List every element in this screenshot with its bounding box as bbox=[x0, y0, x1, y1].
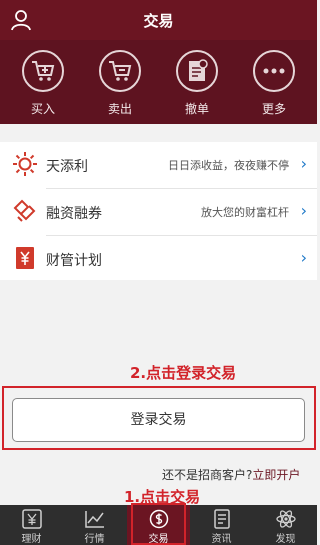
list-item-wealth-plan[interactable]: 财管计划 › bbox=[0, 236, 317, 282]
open-account-prefix: 还不是招商客户? bbox=[162, 468, 253, 482]
list-item-name: 天添利 bbox=[46, 159, 88, 175]
cancel-order-label: 撤单 bbox=[184, 102, 209, 116]
hands-icon bbox=[13, 199, 36, 222]
annotation-step-2: 2.点击登录交易 bbox=[130, 364, 237, 382]
tab-label: 发现 bbox=[275, 534, 296, 545]
yen-tab-icon bbox=[21, 509, 42, 529]
page-title: 交易 bbox=[143, 12, 174, 30]
cart-plus-icon bbox=[22, 50, 64, 92]
header-bar: 交易 bbox=[0, 0, 317, 40]
sell-label: 卖出 bbox=[107, 102, 132, 116]
chart-tab-icon bbox=[84, 511, 104, 528]
tab-wealth[interactable]: 理财 bbox=[0, 505, 63, 545]
more-button[interactable]: 更多 bbox=[244, 50, 304, 122]
chevron-right-icon: › bbox=[300, 154, 307, 173]
yen-book-icon bbox=[16, 247, 34, 269]
open-account-prompt: 还不是招商客户?立即开户 bbox=[162, 466, 300, 483]
trade-screen: 交易 买入 卖出 撤单 更多 天添利 日日添收益，夜夜赚不停 › 融资融券 放大… bbox=[0, 0, 317, 545]
sun-icon bbox=[13, 152, 37, 176]
list-item-tiantianli[interactable]: 天添利 日日添收益，夜夜赚不停 › bbox=[0, 142, 317, 188]
product-list: 天添利 日日添收益，夜夜赚不停 › 融资融券 放大您的财富杠杆 › 财管计划 › bbox=[0, 142, 317, 280]
news-tab-icon bbox=[213, 509, 230, 529]
cancel-order-button[interactable]: 撤单 bbox=[167, 50, 227, 122]
cart-minus-icon bbox=[99, 50, 141, 92]
more-label: 更多 bbox=[261, 102, 286, 116]
annotation-highlight-trade-tab bbox=[131, 503, 186, 545]
tab-label: 资讯 bbox=[211, 534, 232, 545]
list-item-desc: 日日添收益，夜夜赚不停 bbox=[168, 159, 289, 172]
tab-label: 行情 bbox=[84, 534, 105, 545]
tab-market[interactable]: 行情 bbox=[63, 505, 126, 545]
open-account-link[interactable]: 立即开户 bbox=[252, 468, 300, 482]
quick-action-bar: 买入 卖出 撤单 更多 bbox=[0, 40, 317, 124]
more-icon bbox=[253, 50, 295, 92]
login-trade-button[interactable]: 登录交易 bbox=[12, 398, 305, 442]
list-item-desc: 放大您的财富杠杆 bbox=[201, 206, 289, 219]
list-item-name: 财管计划 bbox=[46, 253, 102, 269]
tab-discover[interactable]: 发现 bbox=[254, 505, 317, 545]
sell-button[interactable]: 卖出 bbox=[90, 50, 150, 122]
chevron-right-icon: › bbox=[300, 248, 307, 267]
buy-label: 买入 bbox=[30, 102, 55, 116]
chevron-right-icon: › bbox=[300, 201, 307, 220]
tab-news[interactable]: 资讯 bbox=[190, 505, 253, 545]
list-item-name: 融资融券 bbox=[46, 206, 102, 222]
buy-button[interactable]: 买入 bbox=[13, 50, 73, 122]
list-item-margin-trading[interactable]: 融资融券 放大您的财富杠杆 › bbox=[0, 189, 317, 235]
tab-label: 理财 bbox=[21, 534, 42, 545]
cancel-order-icon bbox=[176, 50, 218, 92]
atom-tab-icon bbox=[275, 510, 296, 528]
